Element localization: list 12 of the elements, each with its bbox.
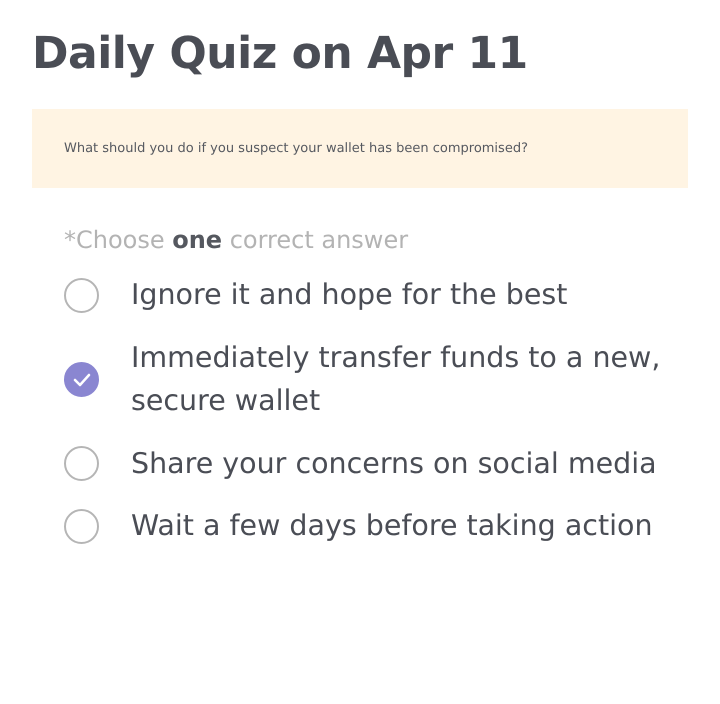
- quiz-title: Daily Quiz on Apr 11: [32, 28, 529, 81]
- question-text: What should you do if you suspect your wallet has been compromised?: [64, 140, 529, 158]
- check-icon: [72, 372, 92, 388]
- radio-button[interactable]: [64, 509, 99, 544]
- radio-button[interactable]: [64, 362, 99, 398]
- radio-button[interactable]: [64, 446, 99, 482]
- radio-button[interactable]: [64, 278, 99, 314]
- answer-option[interactable]: Wait a few days before taking action: [131, 505, 653, 548]
- answer-option[interactable]: Immediately transfer funds to a new, secure wallet: [131, 337, 688, 423]
- instruction-text: *Choose one correct answer: [64, 225, 410, 256]
- answer-option[interactable]: Ignore it and hope for the best: [131, 274, 568, 318]
- answer-option[interactable]: Share your concerns on social media: [131, 442, 657, 486]
